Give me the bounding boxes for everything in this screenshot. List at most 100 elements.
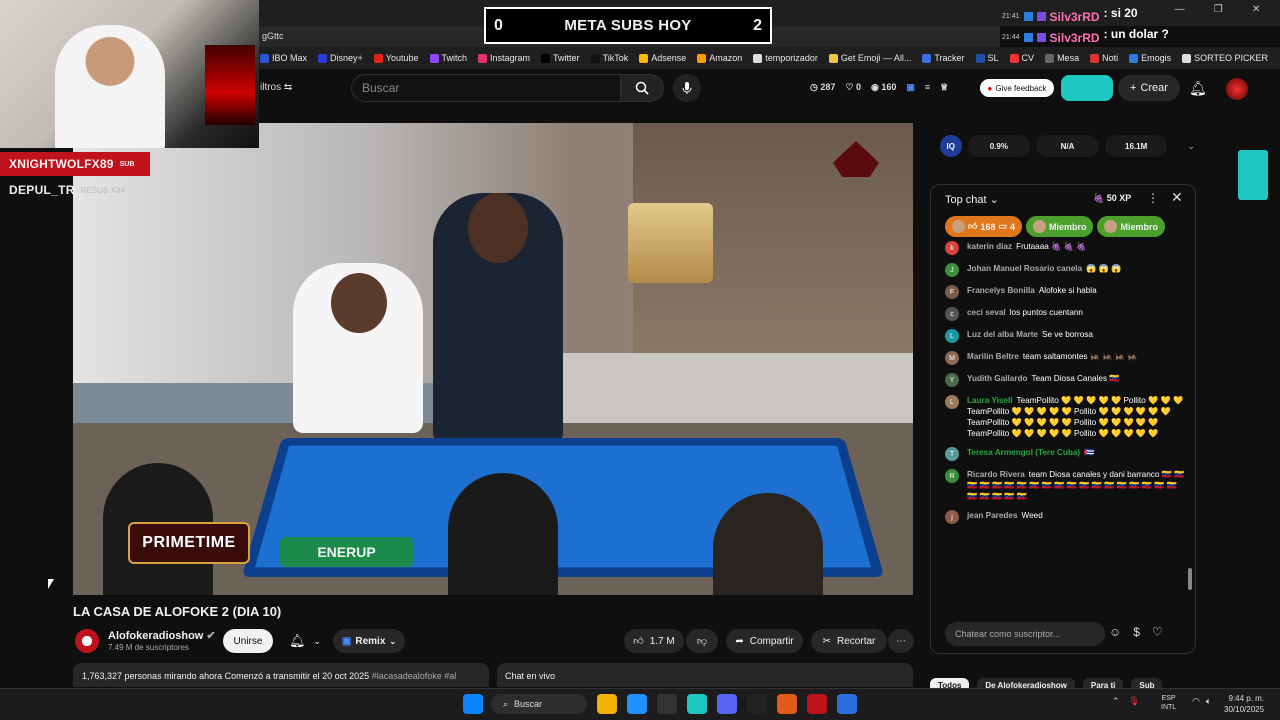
chat-mode-dropdown[interactable]: Top chat ⌄ — [945, 193, 999, 207]
chat-message[interactable]: Y Yudith Gallardo Team Diosa Canales 🇻🇪 — [945, 373, 1187, 387]
taskbar-search[interactable]: ⌕ Buscar — [491, 694, 587, 714]
taskbar-app-icon[interactable] — [717, 694, 737, 714]
list-icon[interactable]: ≡ — [925, 82, 930, 93]
chevron-up-icon[interactable]: ⌃ — [1112, 696, 1120, 707]
bookmark-item[interactable]: SL — [975, 53, 999, 63]
chat-more-icon[interactable]: ⋮ — [1147, 191, 1159, 205]
chat-author[interactable]: Marilin Beltre — [967, 352, 1019, 361]
chat-author[interactable]: Luz del alba Marte — [967, 330, 1038, 339]
bookmark-item[interactable]: Instagram — [478, 53, 530, 63]
channel-avatar[interactable] — [73, 627, 101, 655]
volume-icon[interactable]: 🔈︎ — [1206, 696, 1211, 707]
bookmark-item[interactable]: TikTok — [590, 53, 628, 63]
give-feedback-button[interactable]: ● Give feedback — [980, 79, 1054, 97]
bookmark-item[interactable]: SORTEO PICKER — [1182, 53, 1268, 63]
taskbar-app-icon[interactable] — [777, 694, 797, 714]
chat-pill[interactable]: Miembro — [1097, 216, 1165, 237]
chat-message[interactable]: T Teresa Armengol (Tere Cuba) 🇨🇺 — [945, 447, 1187, 461]
bookmark-item[interactable]: Youtube — [373, 53, 419, 63]
bookmark-item[interactable]: Noti — [1090, 53, 1118, 63]
bookmark-item[interactable]: Disney+ — [318, 53, 363, 63]
close-window-button[interactable]: ✕ — [1252, 4, 1260, 18]
chat-author[interactable]: Ricardo Rivera — [967, 470, 1025, 479]
chat-author[interactable]: Laura Yisell — [967, 396, 1013, 405]
chat-pill[interactable]: Miembro — [1025, 216, 1094, 237]
close-chat-icon[interactable]: ✕ — [1171, 189, 1183, 206]
bookmark-item[interactable]: Mesa — [1045, 53, 1079, 63]
chat-message[interactable]: L Laura Yisell TeamPollito 💛 💛 💛 💛 💛 Polli… — [945, 395, 1187, 439]
wifi-icon[interactable]: ◠ — [1192, 696, 1200, 707]
bookmark-item[interactable]: Twitch — [429, 53, 467, 63]
clip-button[interactable]: ✂ Recortar — [811, 629, 887, 653]
notifications-icon[interactable]: 🔔︎ — [1189, 80, 1207, 97]
voice-search-button[interactable] — [673, 74, 701, 102]
taskbar-app-icon[interactable] — [597, 694, 617, 714]
bookmark-item[interactable]: Emogis — [1129, 53, 1171, 63]
remix-button[interactable]: ▣ Remix ⌄ — [333, 629, 405, 653]
chat-pill[interactable]: 👍︎ 168 ▭ 4 — [945, 216, 1022, 237]
extension-side-button[interactable] — [1238, 150, 1268, 200]
search-input[interactable]: Buscar — [351, 74, 621, 102]
bookmark-item[interactable]: Twitter — [541, 53, 580, 63]
chevron-down-icon[interactable]: ⌄ — [1187, 141, 1195, 152]
description-box[interactable]: 1,763,327 personas mirando ahora Comenzó… — [73, 663, 489, 687]
more-actions-button[interactable]: ⋯ — [888, 629, 914, 653]
bookmark-item[interactable]: CV — [1009, 53, 1034, 63]
maximize-button[interactable]: ❐ — [1214, 4, 1223, 18]
search-button[interactable] — [620, 74, 664, 102]
chat-author[interactable]: jean Paredes — [967, 511, 1018, 520]
chat-message[interactable]: c ceci seval los puntos cuentann — [945, 307, 1187, 321]
taskbar-app-icon[interactable] — [657, 694, 677, 714]
minimize-button[interactable]: — — [1175, 4, 1185, 18]
bookmark-item[interactable]: temporizador — [753, 53, 818, 63]
super-chat-icon[interactable]: $ — [1133, 625, 1140, 639]
chat-message[interactable]: L Luz del alba Marte Se ve borrosa — [945, 329, 1187, 343]
bookmark-item[interactable]: Adsense — [639, 53, 686, 63]
chat-author[interactable]: Teresa Armengol (Tere Cuba) — [967, 448, 1080, 457]
taskbar-app-icon[interactable] — [627, 694, 647, 714]
chat-message[interactable]: F Francelys Bonilla Alofoke si habla — [945, 285, 1187, 299]
bookmark-item[interactable]: Get Emoji — All... — [828, 53, 911, 63]
join-button[interactable]: Unirse — [223, 629, 273, 653]
notification-bell-button[interactable]: 🔔︎ ⌄ — [280, 629, 330, 653]
taskbar-app-icon[interactable] — [687, 694, 707, 714]
bookmark-item[interactable]: IBO Max — [260, 53, 307, 63]
chat-message[interactable]: J Johan Manuel Rosario canela 😱 😱 😱 — [945, 263, 1187, 277]
chat-author[interactable]: Johan Manuel Rosario canela — [967, 264, 1082, 273]
bookmark-icon — [975, 53, 985, 63]
taskbar-app-icon[interactable] — [807, 694, 827, 714]
account-avatar[interactable] — [1226, 78, 1248, 100]
language-indicator[interactable]: ESP INTL — [1161, 694, 1176, 712]
taskbar-app-icon[interactable] — [837, 694, 857, 714]
clock[interactable]: 9:44 p. m. 30/10/2025 — [1224, 693, 1264, 715]
chat-message[interactable]: j jean Paredes Weed — [945, 510, 1187, 524]
bookmark-item[interactable]: Amazon — [697, 53, 742, 63]
chat-message[interactable]: R Ricardo Rivera team Diosa canales y dani… — [945, 469, 1187, 502]
chat-message[interactable]: M Marilin Beltre team saltamontes 🦗 🦗 🦗 🦗 — [945, 351, 1187, 365]
trophy-icon[interactable]: ♕ — [940, 82, 948, 93]
score-left: 0 — [494, 16, 503, 34]
emoji-icon[interactable]: ☺ — [1109, 625, 1121, 639]
microphone-icon[interactable]: 🎙︎ — [1129, 696, 1140, 707]
overlay-chat: 21:41 Silv3rRD: si 20 21:44 Silv3rRD: un do… — [1002, 6, 1172, 48]
share-button[interactable]: ➦ Compartir — [726, 629, 803, 653]
chat-author[interactable]: Francelys Bonilla — [967, 286, 1035, 295]
overlay-chat-row: 21:44 Silv3rRD: un dolar ? — [1002, 27, 1172, 48]
bookmark-item[interactable]: Tracker — [922, 53, 965, 63]
chat-author[interactable]: Yudith Gallardo — [967, 374, 1028, 383]
dislike-button[interactable]: 👎︎ — [686, 629, 718, 653]
like-button[interactable]: 👍︎ 1.7 M — [624, 629, 684, 653]
chat-message[interactable]: k katerin diaz Frutaaaa 🍇 🍇 🍇 — [945, 241, 1187, 255]
filters-button[interactable]: iltros ⇆ — [260, 82, 292, 93]
heart-icon[interactable]: ♡ — [1152, 625, 1163, 639]
chat-author[interactable]: ceci seval — [967, 308, 1006, 317]
channel-name[interactable]: Alofokeradioshow ✔ — [108, 629, 216, 642]
extension-menu-button[interactable] — [1061, 75, 1113, 101]
chat-input[interactable]: Chatear como suscriptor... — [945, 622, 1105, 646]
create-button[interactable]: + Crear — [1118, 75, 1180, 101]
start-icon[interactable] — [463, 694, 483, 714]
iq-icon[interactable]: ▣ — [906, 82, 915, 93]
chat-author[interactable]: katerin diaz — [967, 242, 1012, 251]
taskbar-app-icon[interactable] — [747, 694, 767, 714]
chat-scrollbar[interactable] — [1188, 243, 1192, 615]
